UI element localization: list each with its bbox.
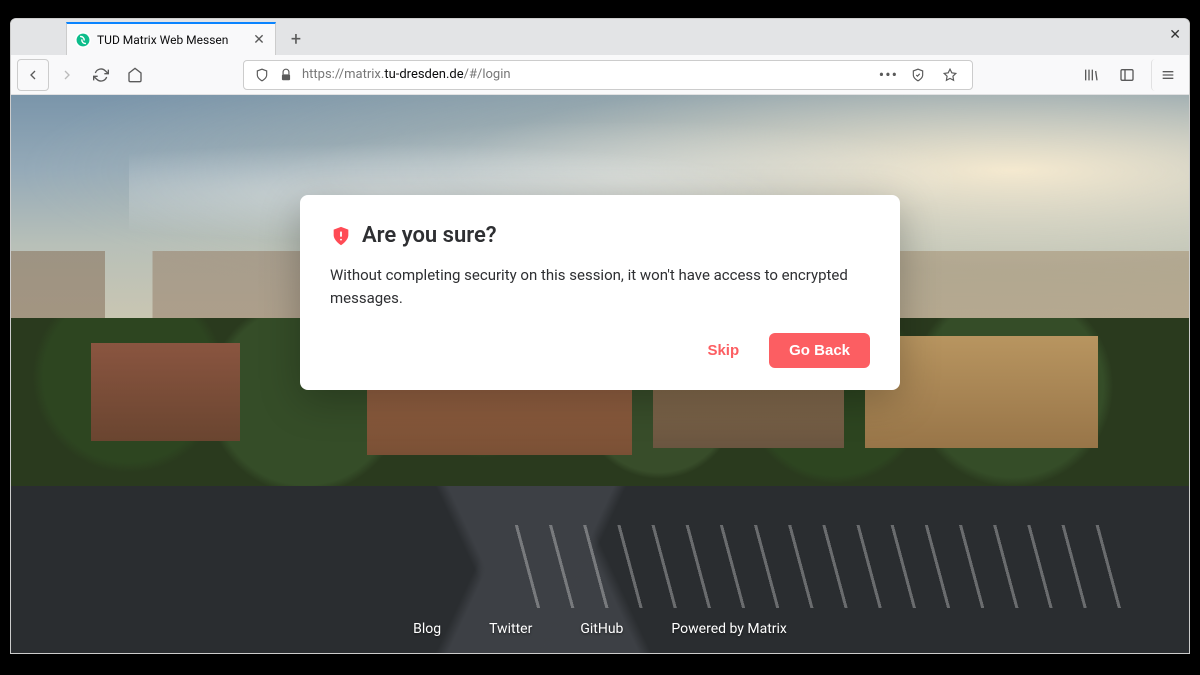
footer-link-blog[interactable]: Blog <box>413 621 441 637</box>
browser-window: TUD Matrix Web Messen ✕ + ✕ https:/ <box>10 18 1190 654</box>
back-button[interactable] <box>17 59 49 91</box>
tab-title: TUD Matrix Web Messen <box>97 33 251 47</box>
background-road-markings <box>506 525 1130 609</box>
reload-button[interactable] <box>85 59 117 91</box>
url-text: https://matrix.tu-dresden.de/#/login <box>298 67 879 82</box>
skip-button[interactable]: Skip <box>693 334 753 367</box>
home-button[interactable] <box>119 59 151 91</box>
shield-icon[interactable] <box>250 68 274 82</box>
page-content: Are you sure? Without completing securit… <box>11 95 1189 653</box>
dialog-title: Are you sure? <box>362 223 497 248</box>
confirmation-dialog: Are you sure? Without completing securit… <box>300 195 900 390</box>
warning-shield-icon <box>330 225 352 247</box>
browser-toolbar: https://matrix.tu-dresden.de/#/login ••• <box>11 55 1189 95</box>
footer-link-twitter[interactable]: Twitter <box>489 621 532 637</box>
go-back-button[interactable]: Go Back <box>769 333 870 368</box>
sidebar-button[interactable] <box>1111 59 1143 91</box>
address-bar[interactable]: https://matrix.tu-dresden.de/#/login ••• <box>243 60 973 90</box>
page-actions-icon[interactable]: ••• <box>879 65 898 84</box>
dialog-actions: Skip Go Back <box>330 333 870 368</box>
browser-tab[interactable]: TUD Matrix Web Messen ✕ <box>66 22 276 55</box>
library-button[interactable] <box>1075 59 1107 91</box>
tab-close-icon[interactable]: ✕ <box>251 32 267 48</box>
url-actions: ••• <box>879 65 966 84</box>
window-close-icon[interactable]: ✕ <box>1169 27 1181 43</box>
tracking-protection-icon[interactable] <box>906 68 930 82</box>
menu-button[interactable] <box>1151 59 1183 91</box>
dialog-body: Without completing security on this sess… <box>330 264 870 309</box>
bookmark-star-icon[interactable] <box>938 68 962 82</box>
tab-bar: TUD Matrix Web Messen ✕ + ✕ <box>11 19 1189 55</box>
lock-icon[interactable] <box>274 68 298 82</box>
footer-link-github[interactable]: GitHub <box>580 621 623 637</box>
forward-button <box>51 59 83 91</box>
new-tab-button[interactable]: + <box>282 25 310 53</box>
page-footer: Blog Twitter GitHub Powered by Matrix <box>11 621 1189 637</box>
footer-link-powered-by[interactable]: Powered by Matrix <box>671 621 786 637</box>
element-favicon <box>75 32 91 48</box>
dialog-header: Are you sure? <box>330 223 870 248</box>
